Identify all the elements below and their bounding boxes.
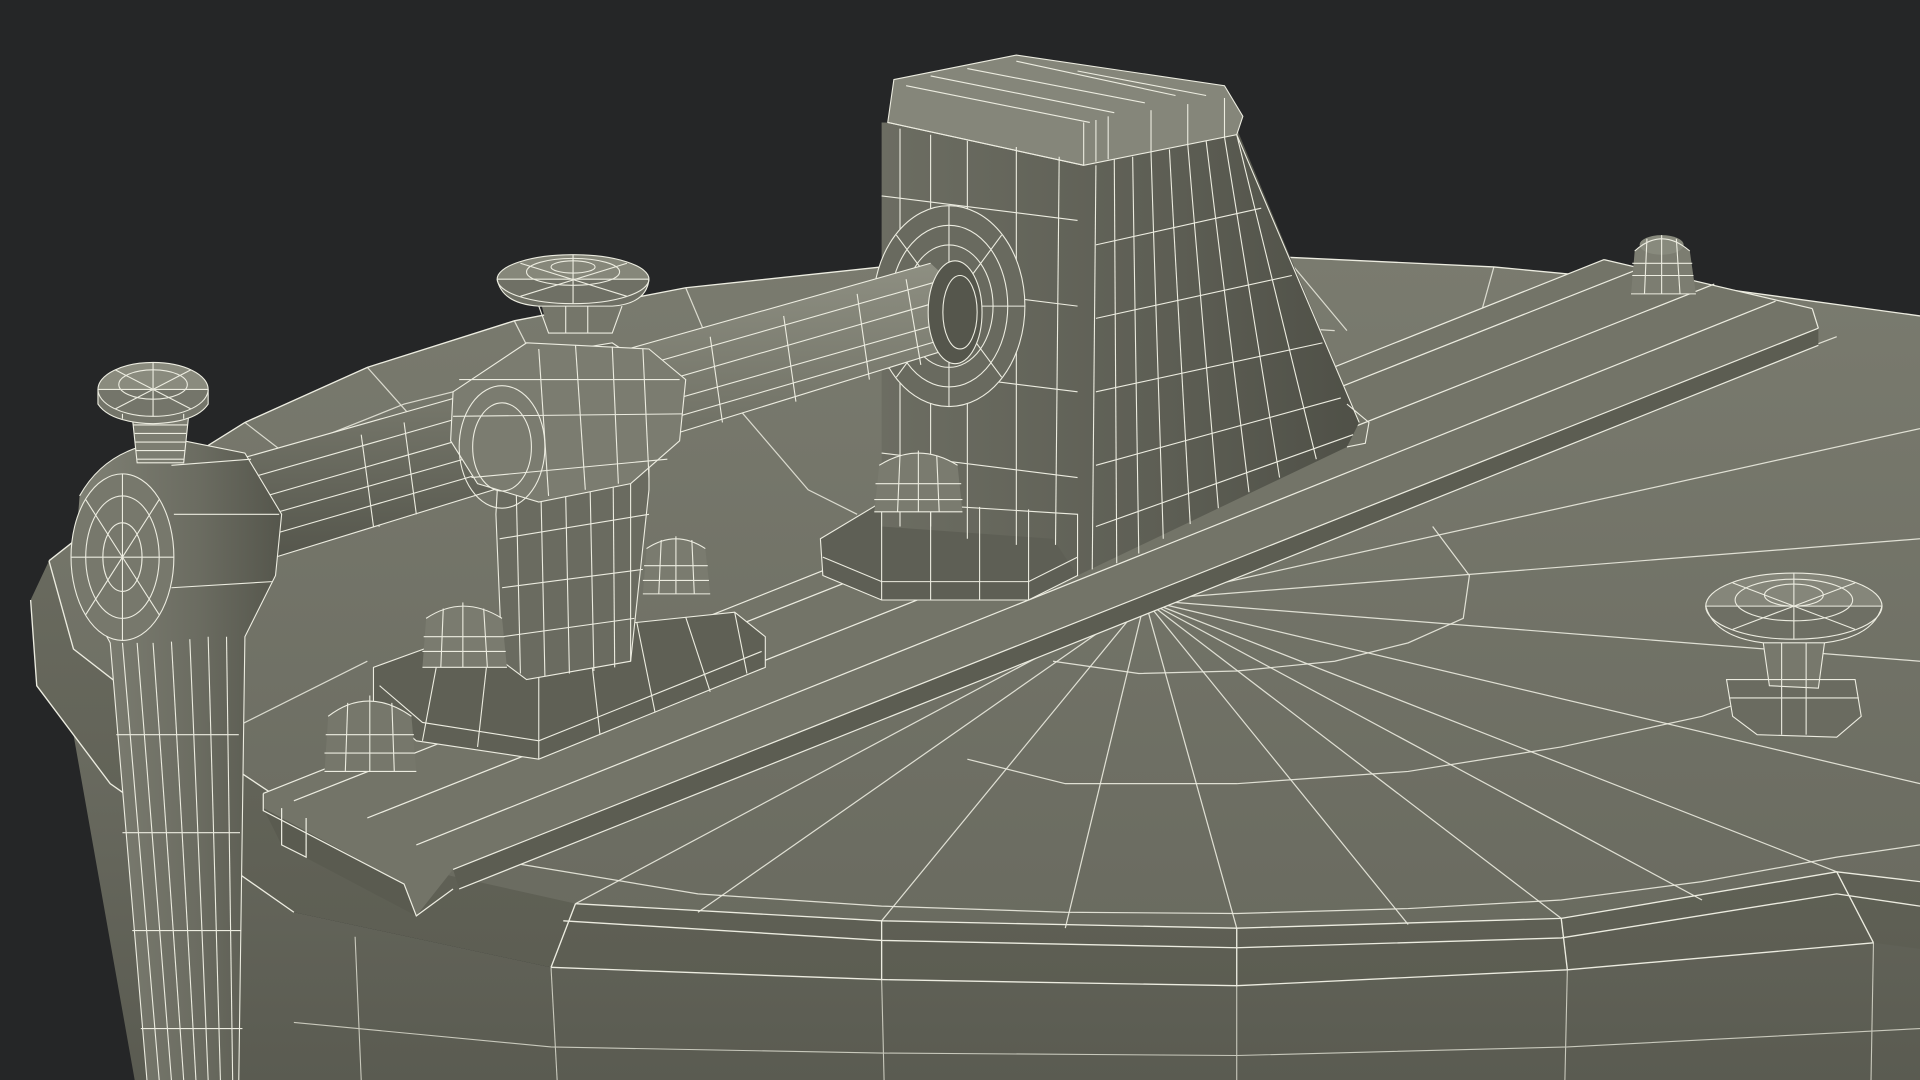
bracket-dome-bolt-2 <box>642 536 711 595</box>
render-viewport <box>0 0 1920 1080</box>
wireframe-render <box>29 54 1920 1080</box>
bar-dome-nut-right <box>1631 235 1696 295</box>
